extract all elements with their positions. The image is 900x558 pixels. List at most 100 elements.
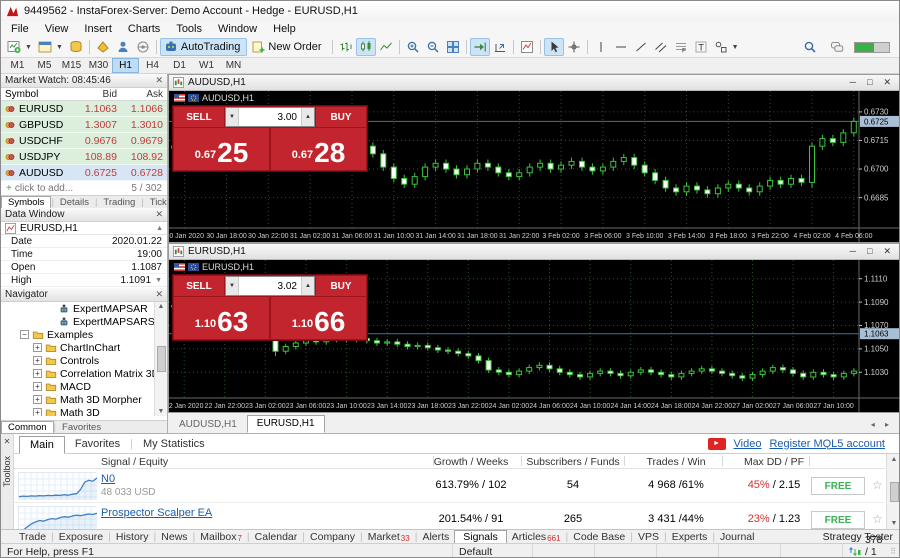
navigator-item-macd[interactable]: +MACD [1,380,154,393]
tab-favorites[interactable]: Favorites [56,421,107,433]
market-watch-footer[interactable]: + click to add... 5 / 302 [1,181,167,195]
maximize-button[interactable]: □ [867,246,872,257]
chart-area[interactable]: 1.11101.10901.10701.10501.10301.106322 J… [169,260,900,412]
menu-file[interactable]: File [3,22,37,36]
volume-decrease-icon[interactable]: ▼ [226,277,239,295]
trendline-button[interactable] [631,38,651,56]
timeframe-m15[interactable]: M15 [58,58,85,73]
toolbox-tab-experts[interactable]: Experts [667,531,713,543]
tile-windows-button[interactable] [443,38,463,56]
video-link[interactable]: Video [734,438,762,450]
toolbox-tab-journal[interactable]: Journal [715,531,759,543]
market-watch-header[interactable]: Market Watch: 08:45:46 ✕ [1,74,167,88]
navigator-item-correlation-matrix-3d[interactable]: +Correlation Matrix 3D [1,367,154,380]
toolbox-tab-calendar[interactable]: Calendar [250,531,303,543]
tab-ticks[interactable]: Ticks [144,196,168,208]
volume-increase-icon[interactable]: ▲ [301,277,314,295]
status-profile[interactable]: Default [453,544,533,558]
vertical-line-button[interactable] [591,38,611,56]
buy-button[interactable]: BUY [316,276,366,296]
chevron-down-icon[interactable]: ▼ [732,44,739,51]
chat-button[interactable] [827,38,847,56]
bar-chart-button[interactable] [336,38,356,56]
collapse-icon[interactable]: − [20,330,29,339]
minimize-button[interactable]: ─ [850,77,856,88]
line-chart-button[interactable] [376,38,396,56]
shapes-button[interactable]: ▼ [711,38,742,56]
signal-name-link[interactable]: N0 [101,473,115,485]
toolbox-tab-mailbox[interactable]: Mailbox7 [195,531,247,543]
resize-grip[interactable]: ⠿ [890,547,897,556]
close-button[interactable]: ✕ [883,77,891,88]
timeframe-h1[interactable]: H1 [112,58,139,73]
menu-insert[interactable]: Insert [76,22,120,36]
zoom-out-button[interactable] [423,38,443,56]
signal-row-n0[interactable]: N048 033 USD613.79% / 102544 968 /61%45%… [14,469,885,503]
webterminal-button[interactable] [133,38,153,56]
expand-icon[interactable]: + [33,408,42,416]
community-button[interactable] [113,38,133,56]
column-ask[interactable]: Ask [117,89,163,100]
market-watch-row[interactable]: USDJPY108.89108.92 [1,149,167,165]
toolbox-tab-signals[interactable]: Signals [454,530,506,544]
sell-price[interactable]: 1.1063 [174,297,269,339]
free-button[interactable]: FREE [811,477,865,495]
sell-button[interactable]: SELL [174,107,224,127]
menu-help[interactable]: Help [265,22,304,36]
price-alert-button[interactable] [93,38,113,56]
click-to-add[interactable]: click to add... [15,183,73,194]
timeframe-m30[interactable]: M30 [85,58,112,73]
scroll-down-icon[interactable]: ▼ [155,277,162,284]
toolbox-tab-articles[interactable]: Articles661 [507,531,566,543]
chart-window-titlebar[interactable]: EURUSD,H1─□✕ [169,244,900,260]
scroll-down-icon[interactable]: ▼ [891,520,898,527]
tab-trading[interactable]: Trading [97,196,141,208]
timeframe-h4[interactable]: H4 [139,58,166,73]
scrollbar-thumb[interactable] [890,482,899,502]
text-label-button[interactable]: T [691,38,711,56]
market-watch-row[interactable]: GBPUSD1.30071.3010 [1,117,167,133]
menu-window[interactable]: Window [210,22,265,36]
navigator-item-chartinchart[interactable]: +ChartInChart [1,341,154,354]
menu-view[interactable]: View [37,22,77,36]
close-icon[interactable]: ✕ [155,289,163,300]
signals-scrollbar[interactable]: ▲ ▼ [886,454,900,529]
timeframe-m1[interactable]: M1 [4,58,31,73]
toolbox-tab-alerts[interactable]: Alerts [417,531,454,543]
toolbox-tab-company[interactable]: Company [305,531,360,543]
signals-tab-main[interactable]: Main [19,436,65,454]
navigator-item-examples[interactable]: −Examples [1,328,154,341]
toolbox-tab-exposure[interactable]: Exposure [54,531,108,543]
column-bid[interactable]: Bid [71,89,117,100]
close-button[interactable]: ✕ [883,246,891,257]
sell-price[interactable]: 0.6725 [174,128,269,170]
navigator-item-expertmapsarsizeoptim[interactable]: ExpertMAPSARSizeOptim [1,315,154,328]
buy-price[interactable]: 0.6728 [271,128,366,170]
close-icon[interactable]: ✕ [155,209,163,220]
chart-tab-eurusd-h1[interactable]: EURUSD,H1 [247,415,325,433]
timeframe-d1[interactable]: D1 [166,58,193,73]
register-mql5-link[interactable]: Register MQL5 account [769,438,885,450]
market-watch-row[interactable]: USDCHF0.96760.9679 [1,133,167,149]
volume-increase-icon[interactable]: ▲ [301,108,314,126]
scrollbar-thumb[interactable] [157,346,166,372]
navigator-item-controls[interactable]: +Controls [1,354,154,367]
volume-decrease-icon[interactable]: ▼ [226,108,239,126]
expand-icon[interactable]: + [33,356,42,365]
tab-common[interactable]: Common [1,421,54,433]
minimize-button[interactable]: ─ [850,246,856,257]
zoom-in-button[interactable] [403,38,423,56]
data-folder-button[interactable] [66,38,86,56]
expand-icon[interactable]: + [33,382,42,391]
buy-button[interactable]: BUY [316,107,366,127]
menu-charts[interactable]: Charts [120,22,168,36]
close-icon[interactable]: ✕ [155,75,163,86]
signal-name-link[interactable]: Prospector Scalper EA [101,507,212,519]
toolbox-tab-code-base[interactable]: Code Base [568,531,630,543]
data-window-header[interactable]: Data Window ✕ [1,208,167,222]
horizontal-line-button[interactable] [611,38,631,56]
fibonacci-button[interactable]: F [671,38,691,56]
close-icon[interactable]: ✕ [4,437,11,446]
volume-stepper[interactable]: ▼3.00▲ [225,107,315,127]
search-button[interactable] [800,38,820,56]
